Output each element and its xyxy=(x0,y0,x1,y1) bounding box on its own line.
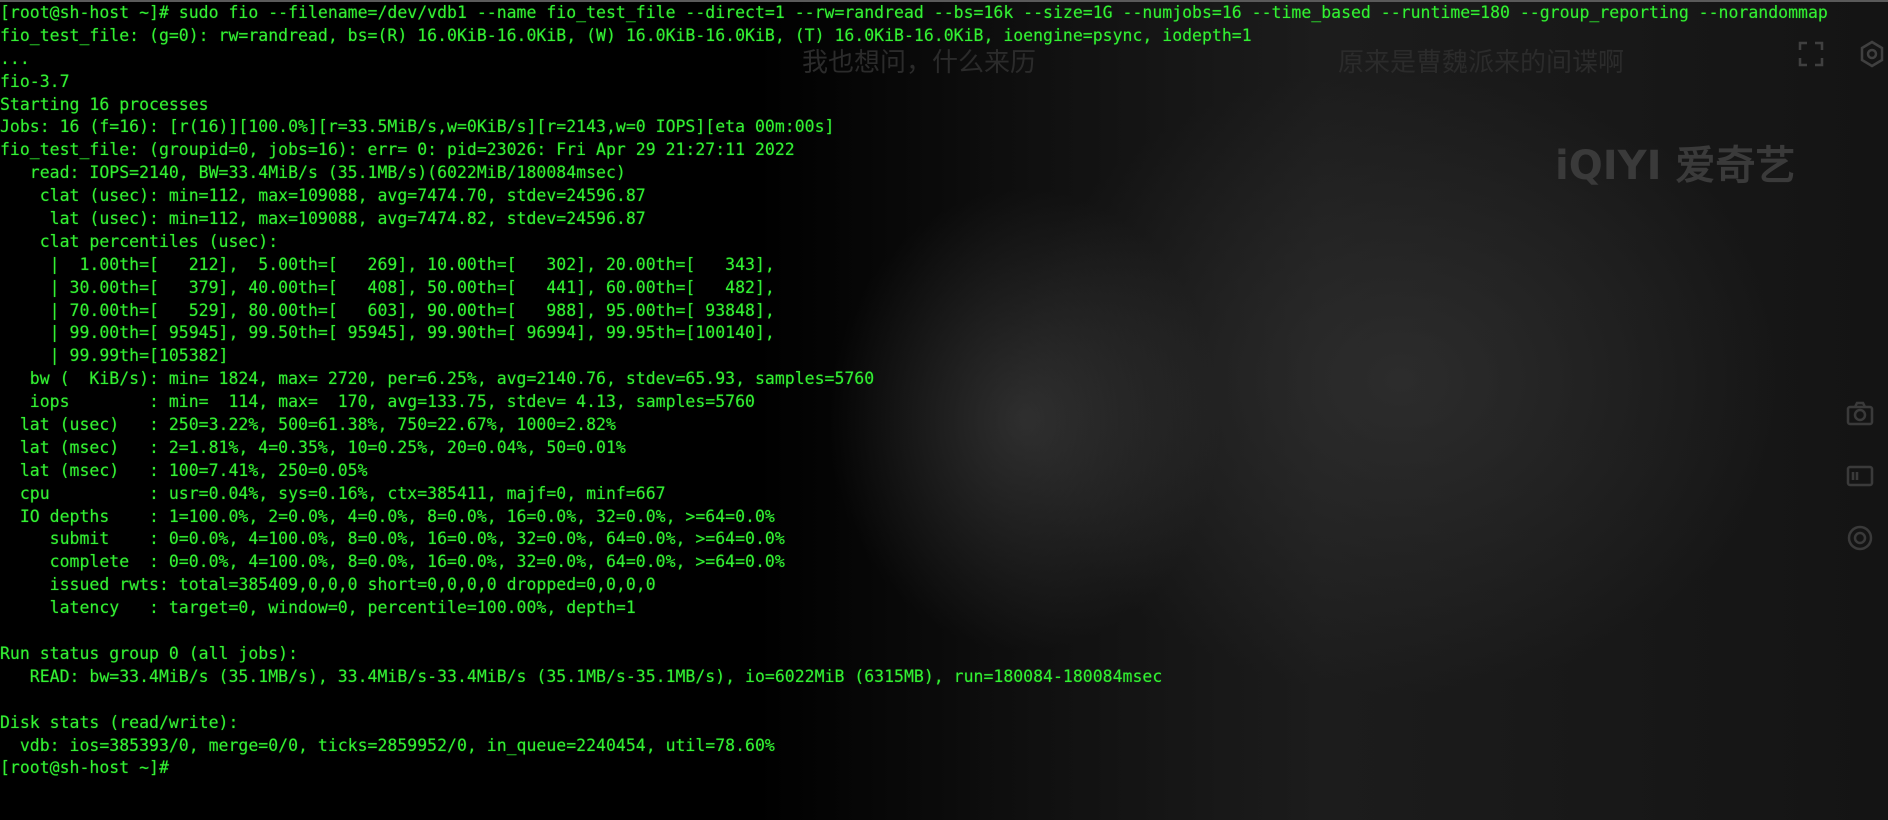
terminal-line: fio_test_file: (g=0): rw=randread, bs=(R… xyxy=(0,25,1252,45)
terminal-line: Run status group 0 (all jobs): xyxy=(0,643,299,663)
terminal-line-command: [root@sh-host ~]# sudo fio --filename=/d… xyxy=(0,3,1828,22)
terminal-output[interactable]: [root@sh-host ~]# sudo fio --filename=/d… xyxy=(0,0,1888,820)
terminal-line: | 99.99th=[105382] xyxy=(0,346,229,366)
terminal-line: fio-3.7 xyxy=(0,71,70,91)
terminal-line: bw ( KiB/s): min= 1824, max= 2720, per=6… xyxy=(0,369,875,389)
terminal-line: fio_test_file: (groupid=0, jobs=16): err… xyxy=(0,140,795,160)
terminal-line: Disk stats (read/write): xyxy=(0,712,239,732)
terminal-line: iops : min= 114, max= 170, avg=133.75, s… xyxy=(0,392,755,412)
terminal-line: | 30.00th=[ 379], 40.00th=[ 408], 50.00t… xyxy=(0,277,775,297)
terminal-line: ... xyxy=(0,48,30,68)
terminal-line: clat (usec): min=112, max=109088, avg=74… xyxy=(0,186,646,206)
terminal-line: read: IOPS=2140, BW=33.4MiB/s (35.1MB/s)… xyxy=(0,163,626,183)
terminal-line: Starting 16 processes xyxy=(0,94,209,114)
terminal-line: cpu : usr=0.04%, sys=0.16%, ctx=385411, … xyxy=(0,483,666,503)
terminal-line: latency : target=0, window=0, percentile… xyxy=(0,598,636,618)
terminal-line: lat (usec): min=112, max=109088, avg=747… xyxy=(0,209,646,229)
terminal-line: lat (msec) : 2=1.81%, 4=0.35%, 10=0.25%,… xyxy=(0,437,626,457)
terminal-line: READ: bw=33.4MiB/s (35.1MB/s), 33.4MiB/s… xyxy=(0,666,1163,686)
terminal-line: | 70.00th=[ 529], 80.00th=[ 603], 90.00t… xyxy=(0,300,775,320)
terminal-line: Jobs: 16 (f=16): [r(16)][100.0%][r=33.5M… xyxy=(0,117,835,137)
window-top-edge xyxy=(0,0,1888,2)
terminal-line: lat (msec) : 100=7.41%, 250=0.05% xyxy=(0,460,368,480)
terminal-line: clat percentiles (usec): xyxy=(0,231,279,251)
terminal-line: issued rwts: total=385409,0,0,0 short=0,… xyxy=(0,575,656,595)
terminal-line: complete : 0=0.0%, 4=100.0%, 8=0.0%, 16=… xyxy=(0,552,785,572)
terminal-line: vdb: ios=385393/0, merge=0/0, ticks=2859… xyxy=(0,735,775,755)
terminal-line: lat (usec) : 250=3.22%, 500=61.38%, 750=… xyxy=(0,415,616,435)
terminal-line: | 99.00th=[ 95945], 99.50th=[ 95945], 99… xyxy=(0,323,775,343)
terminal-line: submit : 0=0.0%, 4=100.0%, 8=0.0%, 16=0.… xyxy=(0,529,785,549)
terminal-line: | 1.00th=[ 212], 5.00th=[ 269], 10.00th=… xyxy=(0,254,775,274)
terminal-prompt[interactable]: [root@sh-host ~]# xyxy=(0,757,1888,780)
terminal-line: IO depths : 1=100.0%, 2=0.0%, 4=0.0%, 8=… xyxy=(0,506,775,526)
